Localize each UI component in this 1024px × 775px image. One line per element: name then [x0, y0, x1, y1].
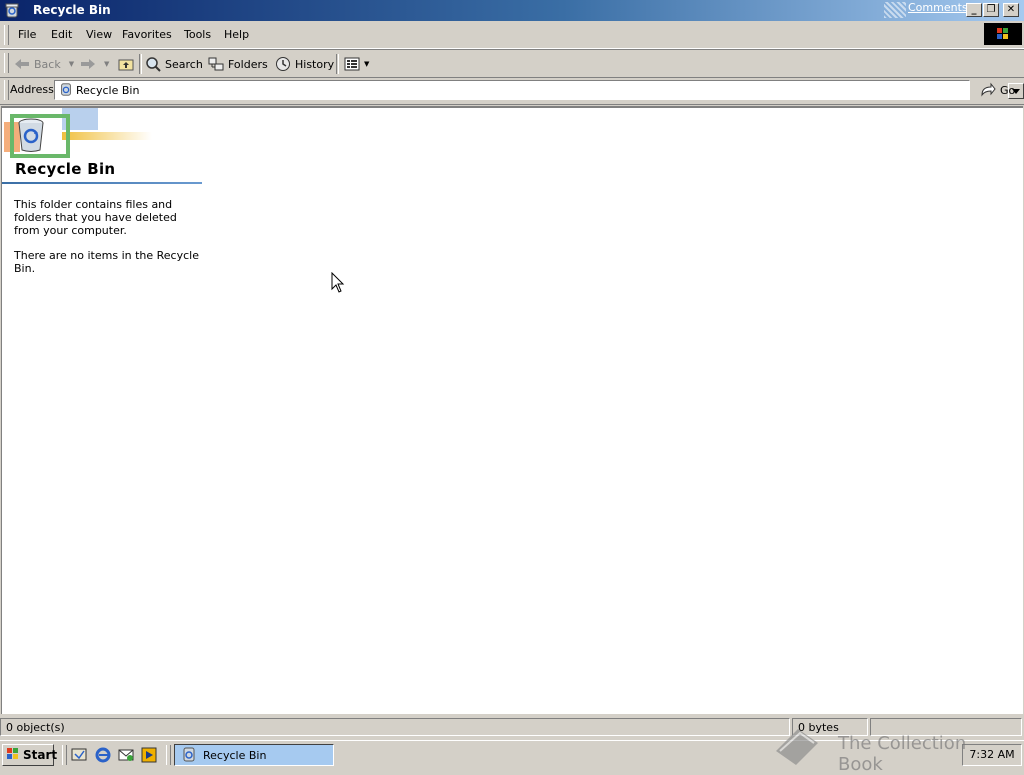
- back-button[interactable]: Back ▼: [14, 55, 74, 73]
- menu-favorites[interactable]: Favorites: [122, 28, 172, 41]
- folders-icon: [208, 56, 224, 72]
- menu-bar: File Edit View Favorites Tools Help: [0, 21, 1024, 49]
- views-dropdown-icon[interactable]: ▼: [364, 60, 369, 68]
- title-bar[interactable]: Recycle Bin Comments? _ ❐ ✕: [0, 0, 1024, 21]
- toolbar-separator: [336, 54, 339, 74]
- task-label: Recycle Bin: [203, 748, 267, 762]
- forward-dropdown-icon[interactable]: ▼: [104, 60, 109, 68]
- windows-flag-icon: [6, 747, 20, 764]
- recycle-bin-icon[interactable]: [4, 2, 20, 18]
- up-folder-icon: [118, 57, 134, 71]
- recycle-bin-icon: [59, 82, 73, 99]
- address-value: Recycle Bin: [76, 84, 140, 97]
- status-object-count: 0 object(s): [0, 718, 790, 736]
- forward-button[interactable]: ▼: [80, 55, 109, 73]
- show-desktop-icon[interactable]: [70, 746, 88, 764]
- folders-button[interactable]: Folders: [208, 55, 268, 73]
- watermark: The Collection Book: [774, 719, 1014, 775]
- back-label: Back: [34, 57, 61, 71]
- internet-explorer-icon[interactable]: [94, 746, 112, 764]
- restore-button[interactable]: ❐: [983, 3, 999, 17]
- menu-grip[interactable]: [4, 25, 9, 45]
- history-label: History: [295, 57, 335, 71]
- search-button[interactable]: Search: [145, 55, 203, 73]
- empty-message: There are no items in the Recycle Bin.: [14, 249, 199, 275]
- recycle-bin-icon: [181, 746, 197, 765]
- menu-help[interactable]: Help: [224, 28, 249, 41]
- comments-link[interactable]: Comments?: [908, 1, 973, 14]
- up-button[interactable]: [118, 55, 134, 73]
- windows-logo-icon: [984, 23, 1022, 45]
- views-button[interactable]: ▼: [344, 55, 369, 73]
- heading-divider: [2, 182, 202, 184]
- mouse-cursor-icon: [331, 271, 345, 297]
- outlook-express-icon[interactable]: [117, 746, 135, 764]
- folders-label: Folders: [228, 57, 268, 71]
- history-icon: [275, 56, 291, 72]
- back-arrow-icon: [14, 57, 30, 71]
- start-label: Start: [23, 748, 58, 762]
- menu-file[interactable]: File: [18, 28, 36, 41]
- toolbar-separator: [139, 54, 142, 74]
- page-title: Recycle Bin: [15, 160, 116, 178]
- taskbar-recycle-bin-button[interactable]: Recycle Bin: [174, 744, 334, 766]
- minimize-button[interactable]: _: [966, 3, 982, 17]
- forward-arrow-icon: [80, 57, 96, 71]
- back-dropdown-icon[interactable]: ▼: [69, 60, 74, 68]
- address-label: Address: [10, 83, 54, 96]
- title-decoration: [884, 2, 906, 18]
- search-label: Search: [165, 57, 203, 71]
- search-icon: [145, 56, 161, 72]
- folder-content[interactable]: Recycle Bin This folder contains files a…: [1, 106, 1023, 714]
- recycle-bin-icon: [16, 117, 46, 156]
- close-button[interactable]: ✕: [1003, 3, 1019, 17]
- menu-tools[interactable]: Tools: [184, 28, 211, 41]
- menu-edit[interactable]: Edit: [51, 28, 72, 41]
- views-icon: [344, 57, 360, 71]
- go-arrow-icon: [980, 82, 996, 98]
- address-input[interactable]: Recycle Bin: [54, 80, 1024, 100]
- folder-description: This folder contains files and folders t…: [14, 198, 177, 237]
- start-button[interactable]: Start: [2, 744, 58, 766]
- standard-toolbar: Back ▼ ▼ Search Folders History ▼: [0, 49, 1024, 78]
- toolbar-grip[interactable]: [4, 53, 9, 73]
- taskbar-grip[interactable]: [166, 745, 171, 765]
- address-bar: Address Recycle Bin Go: [0, 77, 1024, 105]
- go-button[interactable]: Go: [980, 81, 1015, 99]
- address-grip[interactable]: [4, 80, 9, 100]
- media-player-icon[interactable]: [140, 746, 158, 764]
- go-label: Go: [1000, 83, 1016, 97]
- history-button[interactable]: History: [275, 55, 334, 73]
- menu-view[interactable]: View: [86, 28, 112, 41]
- quicklaunch-grip[interactable]: [62, 745, 67, 765]
- watermark-text: The Collection Book: [838, 733, 967, 775]
- window-title: Recycle Bin: [33, 3, 111, 17]
